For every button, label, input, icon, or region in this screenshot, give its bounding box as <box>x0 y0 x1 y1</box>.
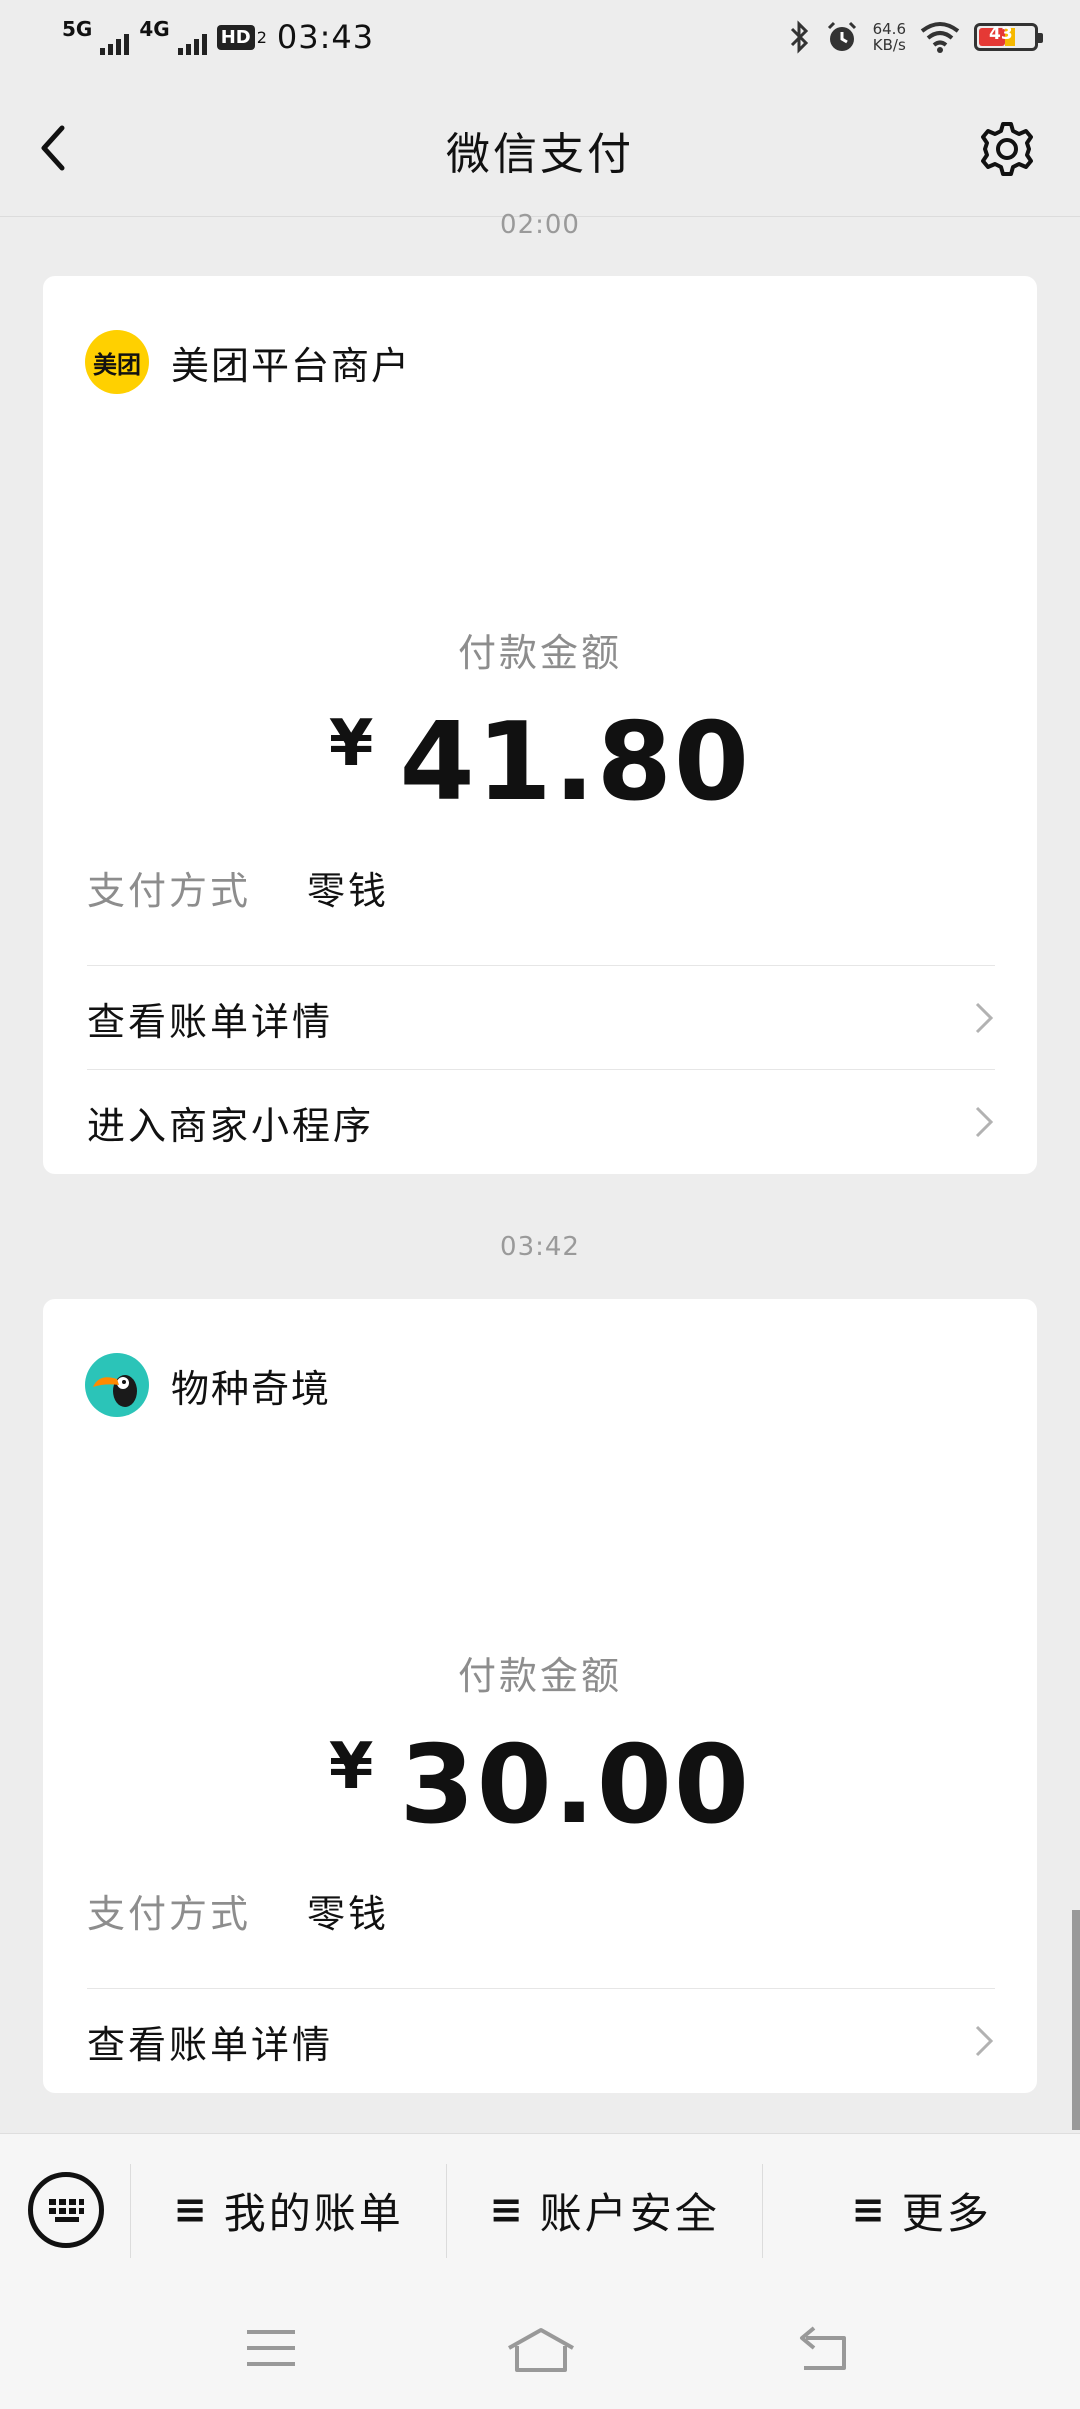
signal-5g: 5G <box>62 17 130 55</box>
view-bill-details-link[interactable]: 查看账单详情 <box>87 965 995 1070</box>
payment-amount: ¥41.80 <box>43 700 1037 825</box>
message-timestamp: 02:00 <box>500 210 580 240</box>
net-speed-unit: KB/s <box>872 36 906 54</box>
system-navigation-bar <box>0 2286 1080 2409</box>
service-menu: ≡ 我的账单 ≡ 账户安全 ≡ 更多 <box>0 2134 1080 2286</box>
amount-label: 付款金额 <box>457 631 622 675</box>
merchant-name: 美团平台商户 <box>171 343 412 388</box>
merchant-header[interactable]: 物种奇境 <box>85 1353 331 1417</box>
payment-method-label: 支付方式 <box>87 869 252 913</box>
amount-value: 30.00 <box>399 1723 752 1848</box>
payment-card: 美团 美团平台商户 付款金额 ¥41.80 支付方式 零钱 查看账单详情 进入商… <box>43 276 1037 1174</box>
menu-account-security[interactable]: ≡ 账户安全 <box>447 2134 762 2286</box>
bottom-navigation: ≡ 我的账单 ≡ 账户安全 ≡ 更多 <box>0 2133 1080 2409</box>
link-label: 查看账单详情 <box>87 2022 334 2067</box>
payment-amount: ¥30.00 <box>43 1723 1037 1848</box>
net-speed: 64.6 KB/s <box>873 21 906 53</box>
wifi-icon <box>920 22 960 53</box>
menu-more[interactable]: ≡ 更多 <box>763 2134 1080 2286</box>
menu-item-label: 账户安全 <box>539 2188 720 2238</box>
menu-item-label: 更多 <box>901 2188 992 2238</box>
link-label: 进入商家小程序 <box>87 1103 375 1148</box>
status-bar: 5G 4G HD 2 03:43 64.6 KB/s 43 <box>0 0 1080 80</box>
chevron-right-icon <box>975 1106 994 1138</box>
bluetooth-icon <box>790 20 808 54</box>
network-type-label: 5G <box>62 17 93 41</box>
merchant-name: 物种奇境 <box>171 1366 332 1411</box>
chevron-right-icon <box>975 2025 994 2057</box>
payment-method-label: 支付方式 <box>87 1892 252 1936</box>
payment-method-row: 支付方式 零钱 <box>87 860 389 915</box>
menu-lines-icon: ≡ <box>851 2187 888 2233</box>
link-label: 查看账单详情 <box>87 999 334 1044</box>
payment-card: 物种奇境 付款金额 ¥30.00 支付方式 零钱 查看账单详情 <box>43 1299 1037 2093</box>
net-speed-value: 64.6 <box>872 20 906 38</box>
payment-method-row: 支付方式 零钱 <box>87 1883 389 1938</box>
toucan-icon <box>85 1353 149 1417</box>
view-bill-details-link[interactable]: 查看账单详情 <box>87 1988 995 2093</box>
keyboard-icon[interactable] <box>28 2172 104 2248</box>
battery-percent: 43 <box>989 24 1013 44</box>
alarm-icon <box>827 21 856 51</box>
menu-item-label: 我的账单 <box>223 2188 404 2238</box>
network-type-label: 4G <box>139 17 170 41</box>
payment-method-value: 零钱 <box>307 1892 390 1936</box>
menu-my-bills[interactable]: ≡ 我的账单 <box>131 2134 446 2286</box>
status-time: 03:43 <box>276 18 375 56</box>
menu-lines-icon: ≡ <box>489 2187 526 2233</box>
menu-lines-icon: ≡ <box>173 2187 210 2233</box>
open-mini-program-link[interactable]: 进入商家小程序 <box>87 1069 995 1174</box>
message-timestamp: 03:42 <box>500 1232 580 1262</box>
amount-label: 付款金额 <box>457 1654 622 1698</box>
battery-icon: 43 <box>974 23 1043 51</box>
sim-number: 2 <box>256 27 267 47</box>
meituan-logo-icon: 美团 <box>85 330 149 394</box>
signal-bars-icon <box>100 33 130 55</box>
currency-symbol: ¥ <box>328 1730 376 1804</box>
title-bar: 微信支付 <box>0 80 1080 217</box>
scrollbar-thumb[interactable] <box>1072 1910 1080 2130</box>
back-icon[interactable] <box>796 2326 850 2372</box>
chevron-right-icon <box>975 1002 994 1034</box>
recent-apps-icon[interactable] <box>244 2326 298 2370</box>
hd-badge: HD <box>216 24 255 50</box>
signal-4g: 4G <box>139 17 207 55</box>
currency-symbol: ¥ <box>328 707 376 781</box>
amount-value: 41.80 <box>399 700 752 825</box>
page-title: 微信支付 <box>446 129 634 180</box>
signal-bars-icon <box>177 33 207 55</box>
payment-method-value: 零钱 <box>307 869 390 913</box>
gear-icon[interactable] <box>978 120 1036 178</box>
home-icon[interactable] <box>505 2326 577 2374</box>
merchant-header[interactable]: 美团 美团平台商户 <box>85 330 411 394</box>
